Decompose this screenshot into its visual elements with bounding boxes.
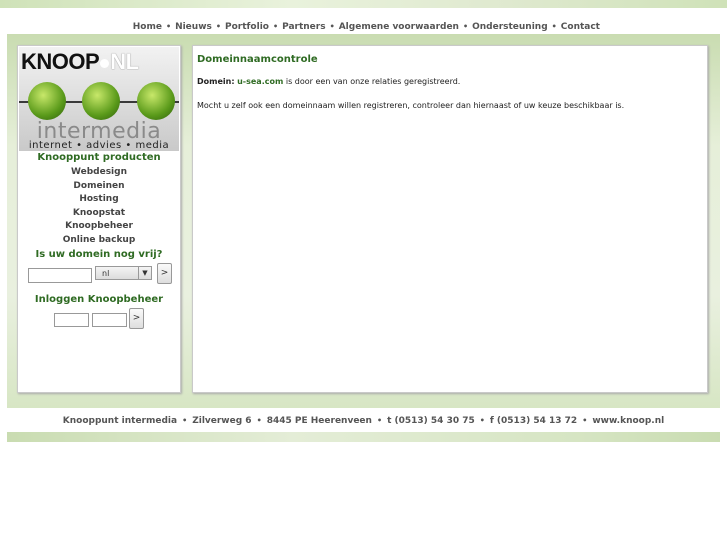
- nav-separator: •: [215, 22, 221, 31]
- footer-street: Zilverweg 6: [192, 416, 252, 426]
- footer-address: Knooppunt intermedia • Zilverweg 6 • 8445 PE…: [0, 416, 727, 426]
- sidebar-item-domeinen[interactable]: Domeinen: [18, 181, 180, 191]
- logo-dot: [100, 58, 110, 68]
- logo-tagline: internet • advies • media: [28, 140, 170, 151]
- footer-fax: f (0513) 54 13 72: [489, 416, 578, 426]
- chevron-down-icon: ▼: [138, 267, 151, 279]
- domain-value: u-sea.com: [237, 77, 284, 86]
- footer-website-link[interactable]: www.knoop.nl: [592, 416, 664, 426]
- nav-separator: •: [329, 22, 335, 31]
- footer-separator: •: [376, 416, 383, 425]
- sidebar-item-knoopbeheer[interactable]: Knoopbeheer: [18, 221, 180, 231]
- top-decor-strip: [0, 0, 727, 8]
- logo-brand-left: KNOOP: [21, 49, 100, 74]
- tld-select-value: nl: [102, 269, 110, 278]
- footer-phone: t (0513) 54 30 75: [387, 416, 475, 426]
- domain-status: is door een van onze relaties geregistre…: [285, 77, 461, 86]
- domain-result-line: Domein: u-sea.com is door een van onze r…: [197, 77, 460, 86]
- nav-contact[interactable]: Contact: [561, 22, 600, 32]
- domain-input[interactable]: [28, 268, 92, 283]
- top-nav-bar: Home • Nieuws • Portfolio • Partners • Algemene …: [0, 8, 727, 34]
- footer-city: 8445 PE Heerenveen: [266, 416, 372, 426]
- logo-sphere-icon: [28, 82, 66, 120]
- logo-brand-right: NL: [110, 49, 139, 74]
- login-title: Inloggen Knoopbeheer: [34, 294, 164, 305]
- sidebar-item-knoopstat[interactable]: Knoopstat: [18, 208, 180, 218]
- domain-check-button[interactable]: >: [157, 263, 172, 284]
- nav-separator: •: [165, 22, 172, 31]
- domain-label: Domein:: [197, 77, 235, 86]
- footer-separator: •: [182, 416, 188, 425]
- page-title: Domeinnaamcontrole: [197, 54, 318, 65]
- nav-partners[interactable]: Partners: [282, 22, 325, 32]
- sidebar-item-online-backup[interactable]: Online backup: [18, 235, 180, 245]
- login-password-field[interactable]: [92, 313, 127, 327]
- products-title: Knooppunt producten: [37, 152, 161, 163]
- footer-separator: •: [479, 416, 485, 425]
- nav-home[interactable]: Home: [133, 22, 162, 32]
- footer-company: Knooppunt intermedia: [62, 416, 178, 426]
- sidebar-item-webdesign[interactable]: Webdesign: [18, 167, 180, 177]
- footer-separator: •: [256, 416, 262, 425]
- footer-separator: •: [582, 416, 588, 425]
- logo-brand: KNOOP NL: [21, 49, 139, 75]
- nav-algemene-voorwaarden[interactable]: Algemene voorwaarden: [339, 22, 459, 32]
- logo-sphere-icon: [137, 82, 175, 120]
- main-nav: Home • Nieuws • Portfolio • Partners • Algemene …: [133, 22, 600, 32]
- domain-check-title: Is uw domein nog vrij?: [35, 249, 163, 260]
- footer-decor-strip: [7, 432, 720, 442]
- nav-portfolio[interactable]: Portfolio: [225, 22, 269, 32]
- nav-ondersteuning[interactable]: Ondersteuning: [472, 22, 548, 32]
- info-text: Mocht u zelf ook een domeinnaam willen r…: [197, 101, 625, 110]
- nav-separator: •: [551, 22, 557, 31]
- logo-sphere-icon: [82, 82, 120, 120]
- nav-separator: •: [462, 22, 469, 31]
- nav-separator: •: [272, 22, 279, 31]
- main-content-panel: Domeinnaamcontrole Domein: u-sea.com is …: [192, 45, 708, 393]
- login-username-field[interactable]: [54, 313, 89, 327]
- knoop-logo[interactable]: KNOOP NL intermedia internet • advies • m…: [19, 47, 179, 151]
- tld-select[interactable]: nl ▼: [95, 266, 152, 280]
- nav-nieuws[interactable]: Nieuws: [175, 22, 212, 32]
- sidebar-item-hosting[interactable]: Hosting: [18, 194, 180, 204]
- login-button[interactable]: >: [129, 308, 144, 329]
- sidebar-panel: KNOOP NL intermedia internet • advies • m…: [17, 45, 181, 393]
